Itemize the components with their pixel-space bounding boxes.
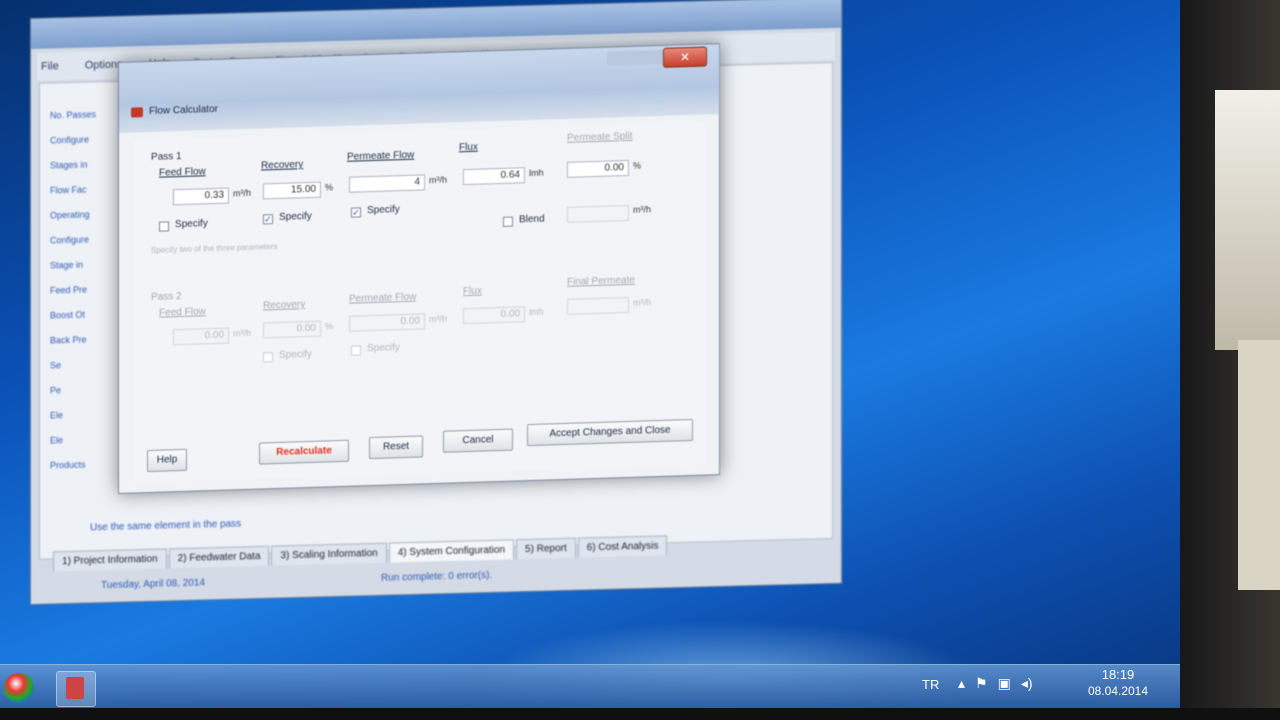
background-object <box>1215 90 1280 350</box>
help-button[interactable]: Help <box>147 448 187 473</box>
pass1-flux-input[interactable]: 0.64 <box>463 167 525 186</box>
pass1-permeate-split-unit: % <box>633 160 642 171</box>
pass2-recovery-header: Recovery <box>263 299 306 312</box>
pass1-blend-unit: m³/h <box>633 204 651 215</box>
pass1-feed-specify-checkbox[interactable] <box>159 221 169 232</box>
clock-date: 08.04.2014 <box>1087 684 1149 698</box>
pass2-recovery-input[interactable]: 0.00 <box>263 320 321 339</box>
tab-cost-analysis[interactable]: 6) Cost Analysis <box>577 535 668 558</box>
pass2-feed-flow-unit: m³/h <box>233 327 251 339</box>
pass2-final-permeate-input[interactable] <box>567 296 629 315</box>
recalculate-button[interactable]: Recalculate <box>259 439 349 465</box>
volume-icon[interactable]: ◂) <box>1021 675 1033 692</box>
tab-scaling-information[interactable]: 3) Scaling Information <box>271 542 387 566</box>
cancel-button[interactable]: Cancel <box>443 428 513 453</box>
chrome-icon[interactable] <box>4 673 34 703</box>
pass1-feed-flow-input[interactable]: 0.33 <box>173 187 229 206</box>
pass1-permeate-split-header: Permeate Split <box>567 130 633 144</box>
clock[interactable]: 18:19 08.04.2014 <box>1078 667 1158 698</box>
pass1-recovery-input[interactable]: 15.00 <box>263 181 321 200</box>
pass2-final-permeate-unit: m³/h <box>633 297 651 308</box>
flow-calculator-dialog: Flow Calculator ✕ Pass 1 Feed Flow Recov… <box>118 43 720 494</box>
accept-changes-and-close-button[interactable]: Accept Changes and Close <box>527 418 693 447</box>
pass1-recovery-header: Recovery <box>261 159 304 172</box>
pass2-recovery-unit: % <box>325 321 334 332</box>
pass1-feed-flow-unit: m³/h <box>233 187 251 199</box>
pass2-permeate-flow-unit: m³/h <box>429 313 447 325</box>
pass1-blend-checkbox[interactable] <box>503 216 513 227</box>
pass2-permeate-specify-label: Specify <box>367 342 400 355</box>
run-status: Run complete: 0 error(s). <box>381 569 493 584</box>
pass1-blend-input[interactable] <box>567 204 629 223</box>
pass1-permeate-split-input[interactable]: 0.00 <box>567 159 629 178</box>
tab-report[interactable]: 5) Report <box>516 537 576 560</box>
pass2-permeate-flow-input[interactable]: 0.00 <box>349 313 425 332</box>
pass2-final-permeate-header: Final Permeate <box>567 274 635 288</box>
pass1-recovery-specify-label: Specify <box>279 210 312 223</box>
pass2-label: Pass 2 <box>151 291 182 303</box>
close-icon[interactable]: ✕ <box>663 46 707 68</box>
dialog-content: Pass 1 Feed Flow Recovery Permeate Flow … <box>133 122 705 483</box>
pass2-recovery-specify-label: Specify <box>279 348 312 361</box>
pass2-feed-flow-header: Feed Flow <box>159 306 206 319</box>
pass2-flux-unit: lmh <box>529 306 544 318</box>
pass2-flux-input[interactable]: 0.00 <box>463 306 525 325</box>
system-tray: ▴ ⚑ ▣ ◂) <box>958 675 1033 692</box>
language-indicator[interactable]: TR <box>922 677 939 692</box>
flag-icon[interactable]: ⚑ <box>975 675 988 692</box>
pass2-permeate-flow-header: Permeate Flow <box>349 291 417 305</box>
pass1-blend-label: Blend <box>519 213 545 226</box>
clock-time: 18:19 <box>1101 667 1135 682</box>
dialog-app-icon <box>131 107 143 118</box>
pass1-permeate-flow-header: Permeate Flow <box>347 149 415 163</box>
network-icon[interactable]: ▣ <box>998 675 1011 692</box>
status-date: Tuesday, April 08, 2014 <box>101 577 205 592</box>
same-element-checkbox-label[interactable]: Use the same element in the pass <box>90 518 241 533</box>
pass2-feed-flow-input[interactable]: 0.00 <box>173 327 229 346</box>
tab-system-configuration[interactable]: 4) System Configuration <box>388 539 514 563</box>
pass1-flux-unit: lmh <box>529 167 544 179</box>
pass1-recovery-specify-checkbox[interactable]: ✓ <box>263 214 273 225</box>
pass2-permeate-specify-checkbox[interactable] <box>351 345 361 356</box>
pass1-label: Pass 1 <box>151 151 182 163</box>
pass1-permeate-flow-input[interactable]: 4 <box>349 174 425 193</box>
app-icon <box>66 677 84 699</box>
window-controls[interactable] <box>607 49 663 66</box>
tab-project-information[interactable]: 1) Project Information <box>53 548 167 572</box>
pass1-permeate-flow-unit: m³/h <box>429 174 447 186</box>
chevron-up-icon[interactable]: ▴ <box>958 675 965 692</box>
reset-button[interactable]: Reset <box>369 435 423 460</box>
pass1-permeate-specify-label: Specify <box>367 204 400 217</box>
pass1-hint: Specify two of the three parameters <box>151 241 278 255</box>
pass1-feed-specify-label: Specify <box>175 218 208 231</box>
pass2-recovery-specify-checkbox[interactable] <box>263 352 273 363</box>
pass1-flux-header: Flux <box>459 141 478 154</box>
background-object <box>1238 340 1280 590</box>
pass1-recovery-unit: % <box>325 182 334 193</box>
menu-file[interactable]: File <box>37 60 63 73</box>
desktop: File Options Help System Permeate Flow: … <box>0 0 1180 710</box>
dialog-title: Flow Calculator <box>149 103 218 118</box>
pass1-permeate-specify-checkbox[interactable]: ✓ <box>351 207 361 218</box>
pass2-flux-header: Flux <box>463 285 482 298</box>
monitor-bezel-bottom <box>0 708 1280 720</box>
tab-feedwater-data[interactable]: 2) Feedwater Data <box>168 545 270 569</box>
taskbar: TR ▴ ⚑ ▣ ◂) 18:19 08.04.2014 <box>0 664 1180 710</box>
pass1-feed-flow-header: Feed Flow <box>159 166 206 179</box>
